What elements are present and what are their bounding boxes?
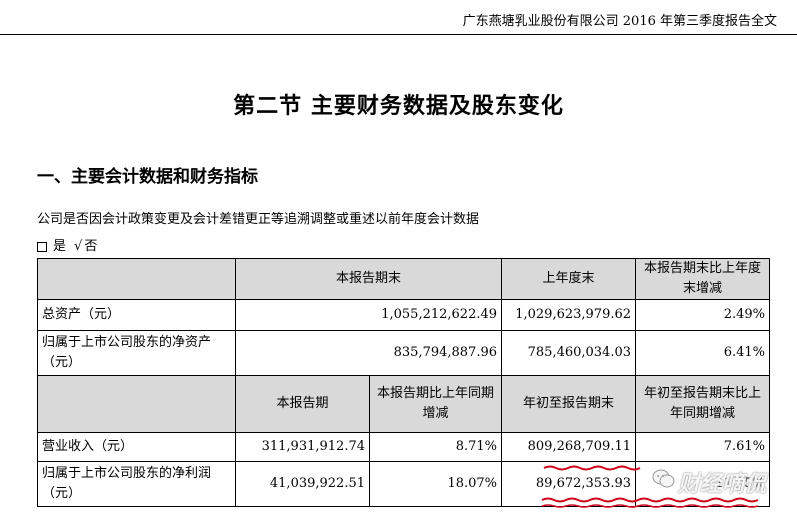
- restatement-answer: 是 √ 否: [37, 235, 97, 254]
- row-label-line2: （元）: [42, 486, 82, 501]
- page-header: 广东燕塘乳业股份有限公司 2016 年第三季度报告全文: [0, 0, 797, 35]
- header-cell-prior-year-end: 上年度末: [501, 258, 637, 300]
- cell-revenue-ytd-change: 7.61%: [635, 432, 771, 462]
- answer-yes: 是: [53, 239, 67, 254]
- wechat-icon: [652, 469, 675, 488]
- table-header-row: 本报告期末 上年度末 本报告期末比上年度末增减: [37, 258, 771, 300]
- restatement-question: 公司是否因会计政策变更及会计差错更正等追溯调整或重述以前年度会计数据: [37, 212, 480, 227]
- row-label-total-assets: 总资产（元）: [37, 299, 236, 331]
- check-mark: √: [74, 239, 83, 254]
- cell-revenue-period-change: 8.71%: [368, 432, 503, 462]
- watermark: 财经嘀侃: [652, 462, 792, 502]
- row-label-line1: 归属于上市公司股东的净资产: [42, 335, 212, 350]
- header-cell-change: 本报告期末比上年度末增减: [635, 258, 771, 300]
- header-cell-empty: [37, 375, 236, 433]
- table-header-row: 本报告期 本报告期比上年同期 增减 年初至报告期末 年初至报告期末比上 年同期增…: [37, 375, 771, 433]
- header-cell-period-end: 本报告期末: [234, 258, 503, 300]
- table-row: 归属于上市公司股东的净资产 （元） 835,794,887.96 785,460…: [37, 330, 771, 376]
- sub-title: 一、主要会计数据和财务指标: [37, 167, 258, 187]
- cell-net-assets-current: 835,794,887.96: [234, 330, 503, 376]
- cell-revenue-ytd: 809,268,709.11: [501, 432, 637, 462]
- cell-total-assets-current: 1,055,212,622.49: [234, 299, 503, 331]
- row-label-net-assets: 归属于上市公司股东的净资产 （元）: [37, 330, 236, 376]
- section-title: 第二节 主要财务数据及股东变化: [233, 94, 564, 119]
- header-cell-period: 本报告期: [235, 375, 370, 433]
- header-cell-empty: [37, 258, 236, 300]
- row-label-line2: （元）: [42, 355, 82, 370]
- row-label-revenue: 营业收入（元）: [37, 432, 236, 462]
- cell-total-assets-change: 2.49%: [635, 299, 771, 331]
- cell-net-assets-prior: 785,460,034.03: [501, 330, 637, 376]
- cell-net-assets-change: 6.41%: [635, 330, 771, 376]
- cell-net-profit-period-change: 18.07%: [368, 461, 503, 507]
- cell-revenue-period: 311,931,912.74: [235, 432, 370, 462]
- cell-total-assets-prior: 1,029,623,979.62: [501, 299, 637, 331]
- row-label-line1: 归属于上市公司股东的净利润: [42, 466, 212, 481]
- header-cell-ytd: 年初至报告期末: [501, 375, 637, 433]
- header-cell-ytd-change: 年初至报告期末比上 年同期增减: [635, 375, 771, 433]
- watermark-text: 财经嘀侃: [678, 472, 767, 497]
- header-cell-period-change: 本报告期比上年同期 增减: [368, 375, 503, 433]
- answer-no: 否: [84, 239, 98, 254]
- table-row: 总资产（元） 1,055,212,622.49 1,029,623,979.62…: [37, 299, 771, 331]
- row-label-net-profit: 归属于上市公司股东的净利润 （元）: [37, 461, 236, 507]
- checkbox-icon: [37, 241, 47, 252]
- cell-net-profit-period: 41,039,922.51: [235, 461, 370, 507]
- header-text: 广东燕塘乳业股份有限公司 2016 年第三季度报告全文: [462, 14, 777, 29]
- table-row: 营业收入（元） 311,931,912.74 8.71% 809,268,709…: [37, 432, 771, 462]
